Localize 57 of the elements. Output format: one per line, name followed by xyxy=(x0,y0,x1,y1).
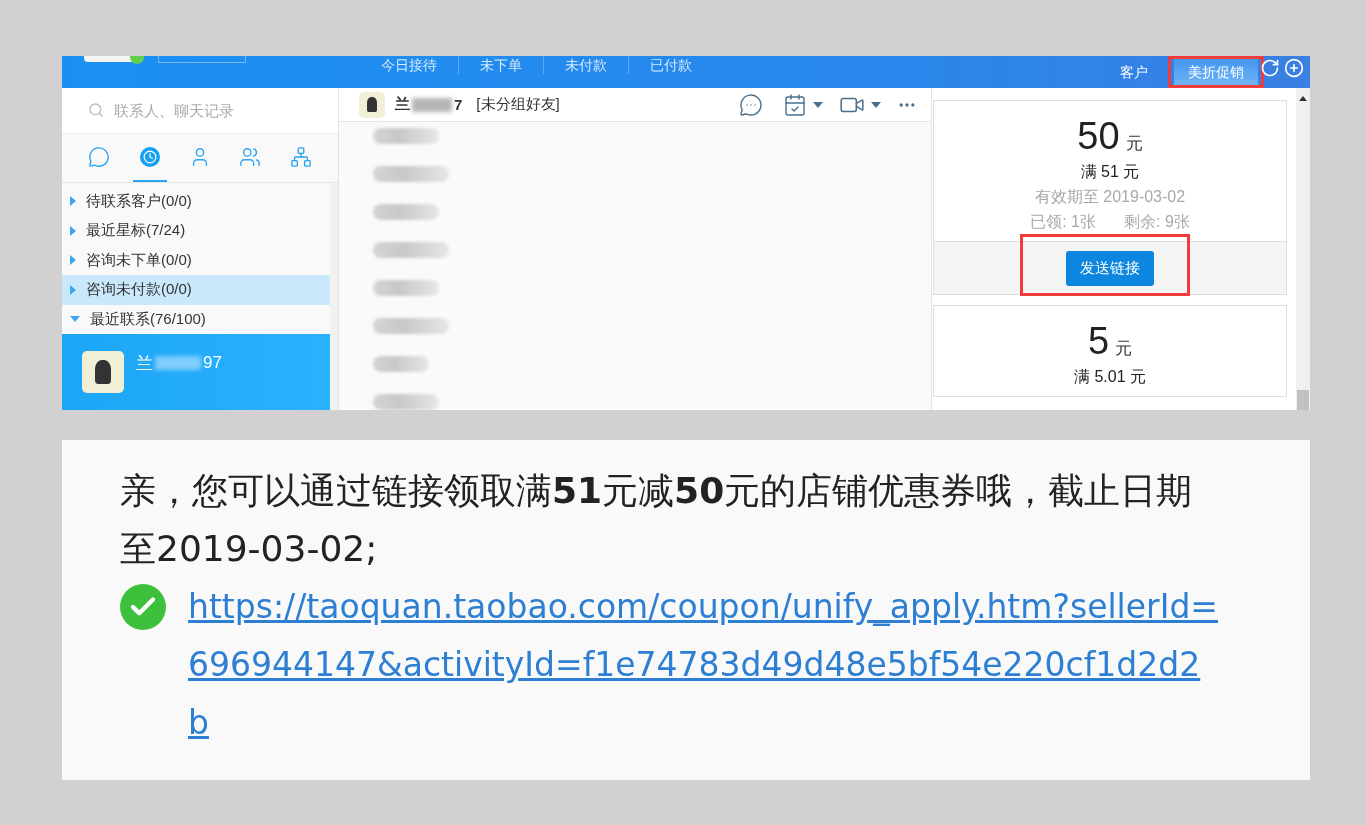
blurred-message xyxy=(373,128,439,144)
nav-item[interactable]: 已付款 xyxy=(628,56,713,74)
group-label: 待联系客户(0/0) xyxy=(86,191,192,211)
contact-name: 兰 97 xyxy=(136,352,222,375)
expander-icon xyxy=(70,316,80,323)
search-field[interactable]: 联系人、聊天记录 xyxy=(62,88,338,134)
search-input[interactable]: 联系人、聊天记录 xyxy=(112,100,316,120)
contact-name: 兰 7 xyxy=(395,95,463,114)
contact-tag: [未分组好友] xyxy=(476,95,560,114)
caret-icon[interactable] xyxy=(813,101,823,108)
people-icon xyxy=(239,145,262,168)
expander-icon xyxy=(70,225,76,236)
remaining-count: 剩余: 9张 xyxy=(1124,212,1190,232)
coupon-amount: 5 xyxy=(1087,320,1110,363)
blurred-message xyxy=(373,204,439,220)
coupon-amount: 50 xyxy=(1077,115,1120,158)
add-icon[interactable] xyxy=(1284,58,1304,78)
clock-icon xyxy=(139,146,160,167)
group-label: 最近星标(7/24) xyxy=(86,221,186,241)
expander-icon xyxy=(70,255,76,266)
caret-icon[interactable] xyxy=(871,101,881,108)
coupon-expiry: 有效期至 2019-03-02 xyxy=(1034,187,1186,207)
blurred-message xyxy=(373,280,439,296)
avatar xyxy=(82,351,124,393)
nav-item[interactable]: 未付款 xyxy=(543,56,628,74)
expander-icon xyxy=(70,196,76,207)
contact-group[interactable]: 最近联系(76/100) xyxy=(62,304,330,334)
blurred-message xyxy=(373,356,429,372)
contact-group[interactable]: 最近星标(7/24) xyxy=(62,216,330,246)
coupon-condition: 满 5.01 元 xyxy=(1074,367,1146,387)
expander-icon xyxy=(70,284,76,295)
contact-item[interactable]: 兰 97 xyxy=(62,334,330,410)
blurred-message xyxy=(373,394,439,410)
quick-reply-icon[interactable] xyxy=(739,92,763,117)
nav-item[interactable]: 未下单 xyxy=(458,56,543,74)
coupon-condition: 满 51 元 xyxy=(1080,162,1140,182)
group-label: 咨询未下单(0/0) xyxy=(86,250,192,270)
currency-unit: 元 xyxy=(1115,338,1133,360)
refresh-icon[interactable] xyxy=(1260,58,1280,78)
coupon-link[interactable]: https://taoquan.taobao.com/coupon/unify_apply.htm?sellerId=696944147&activityId=f1e74783d49d48e5bf54e220cf1d2d2b xyxy=(188,578,1220,752)
hierarchy-icon xyxy=(289,145,312,168)
currency-unit: 元 xyxy=(1125,133,1143,155)
contact-group[interactable]: 待联系客户(0/0) xyxy=(62,186,330,216)
message-text: 亲，您可以通过链接领取满51元减50元的店铺优惠券哦，截止日期至2019-03-02; xyxy=(120,469,1194,571)
group-label: 咨询未付款(0/0) xyxy=(86,280,192,300)
claimed-count: 已领: 1张 xyxy=(1030,212,1096,232)
group-label: 最近联系(76/100) xyxy=(90,309,206,329)
panel-tab[interactable]: 客户 xyxy=(1106,56,1162,88)
nav-item[interactable]: 今日接待 xyxy=(360,56,458,74)
contact-group[interactable]: 咨询未付款(0/0) xyxy=(62,275,330,305)
avatar xyxy=(359,91,385,118)
send-link-button[interactable]: 发送链接 xyxy=(1066,250,1154,286)
calendar-check-icon[interactable] xyxy=(783,92,807,117)
search-icon xyxy=(88,102,104,119)
contact-group[interactable]: 咨询未下单(0/0) xyxy=(62,245,330,275)
scrollbar[interactable] xyxy=(1296,88,1310,410)
chat-icon xyxy=(88,145,111,168)
